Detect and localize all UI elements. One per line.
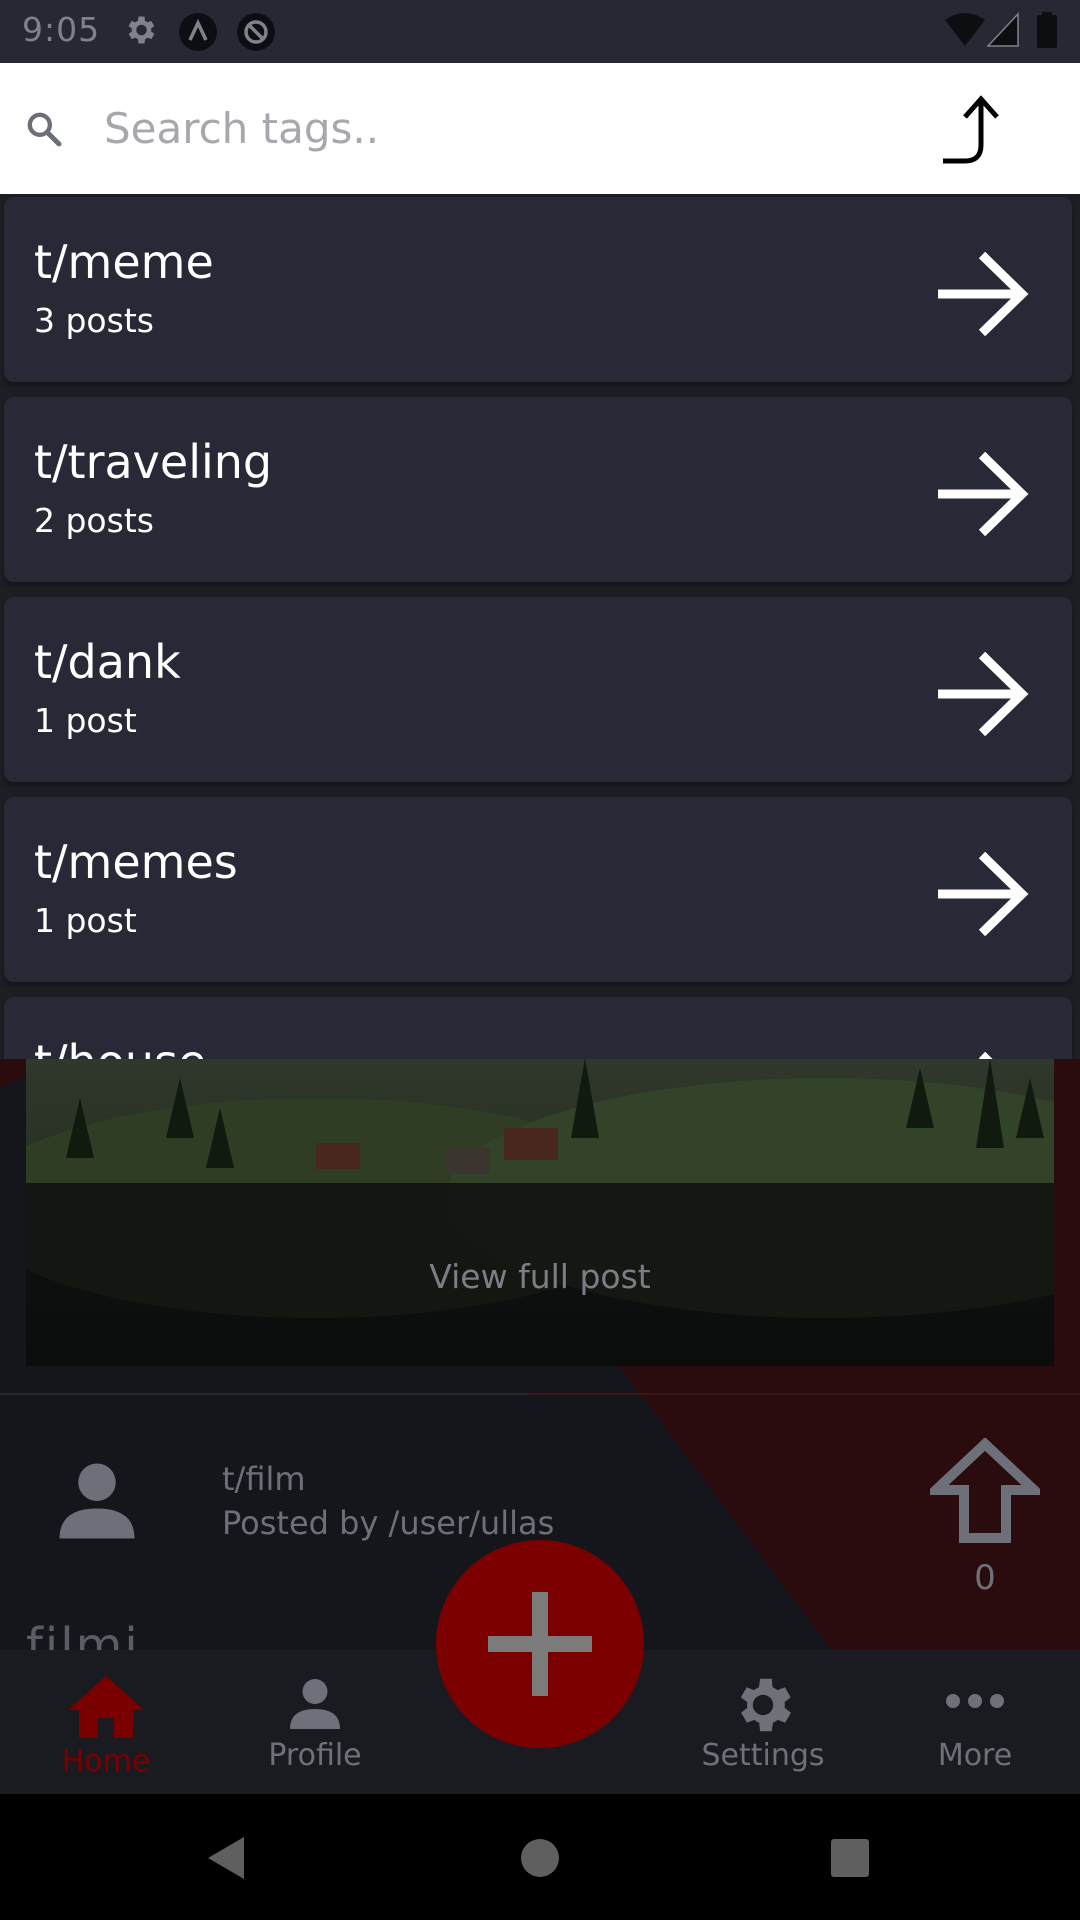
- nav-label: More: [937, 1738, 1013, 1773]
- search-input[interactable]: [104, 93, 884, 163]
- tag-item[interactable]: t/house: [4, 997, 1072, 1059]
- nav-more[interactable]: More: [885, 1650, 1065, 1794]
- status-time: 9:05: [22, 10, 101, 49]
- tag-post-count: 2 posts: [34, 501, 154, 540]
- home-circle-icon[interactable]: [520, 1838, 560, 1878]
- arrow-right-icon[interactable]: [934, 249, 1030, 339]
- more-dots-icon: [946, 1694, 1004, 1708]
- tag-item[interactable]: t/meme 3 posts: [4, 197, 1072, 382]
- search-bar: [0, 63, 1080, 194]
- nav-profile[interactable]: Profile: [225, 1650, 405, 1794]
- signal-icon: [986, 12, 1019, 47]
- view-full-post-button[interactable]: View full post: [26, 1183, 1054, 1366]
- feed-divider-left: [0, 1393, 530, 1395]
- arrow-right-icon[interactable]: [934, 849, 1030, 939]
- arrow-right-icon[interactable]: [934, 649, 1030, 739]
- nav-home[interactable]: Home: [16, 1650, 196, 1794]
- arrow-right-icon[interactable]: [934, 1049, 1030, 1059]
- recents-icon[interactable]: [830, 1838, 870, 1878]
- post-tag[interactable]: t/film: [222, 1460, 306, 1498]
- tag-post-count: 1 post: [34, 701, 137, 740]
- back-icon[interactable]: [206, 1835, 246, 1881]
- gear-icon: [128, 16, 155, 44]
- collapse-arrow-icon[interactable]: [935, 91, 1015, 171]
- view-full-post-label: View full post: [429, 1257, 651, 1296]
- tag-item[interactable]: t/traveling 2 posts: [4, 397, 1072, 582]
- post-author[interactable]: Posted by /user/ullas: [222, 1504, 554, 1542]
- search-icon: [27, 112, 62, 147]
- nav-label: Settings: [701, 1738, 825, 1773]
- person-icon: [290, 1679, 340, 1729]
- status-bar: 9:05: [0, 0, 1080, 63]
- tag-name: t/dank: [34, 635, 181, 689]
- tag-name: t/memes: [34, 835, 238, 889]
- system-nav-bar: [0, 1794, 1080, 1920]
- plus-icon-bar: [488, 1636, 592, 1652]
- notification-a-icon: [179, 13, 217, 51]
- tag-list: t/meme 3 posts t/traveling 2 posts t/dan…: [0, 194, 1080, 1059]
- upvote-icon[interactable]: [930, 1438, 1040, 1548]
- tag-item[interactable]: t/dank 1 post: [4, 597, 1072, 782]
- tag-name: t/traveling: [34, 435, 273, 489]
- vote-count: 0: [974, 1558, 996, 1598]
- person-icon[interactable]: [52, 1456, 142, 1546]
- tag-item[interactable]: t/memes 1 post: [4, 797, 1072, 982]
- notification-at-icon: [237, 13, 275, 51]
- home-icon: [68, 1676, 144, 1738]
- arrow-right-icon[interactable]: [934, 449, 1030, 539]
- tag-name: t/meme: [34, 235, 214, 289]
- create-post-button[interactable]: [436, 1540, 644, 1748]
- nav-settings[interactable]: Settings: [673, 1650, 853, 1794]
- wifi-icon: [945, 13, 985, 46]
- nav-label: Home: [61, 1744, 151, 1779]
- tag-name: t/house: [34, 1035, 206, 1059]
- post-title[interactable]: filmi: [26, 1618, 140, 1650]
- tag-post-count: 1 post: [34, 901, 137, 940]
- nav-label: Profile: [268, 1738, 362, 1773]
- battery-icon: [1037, 12, 1057, 48]
- tag-post-count: 3 posts: [34, 301, 154, 340]
- gear-icon: [740, 1678, 791, 1732]
